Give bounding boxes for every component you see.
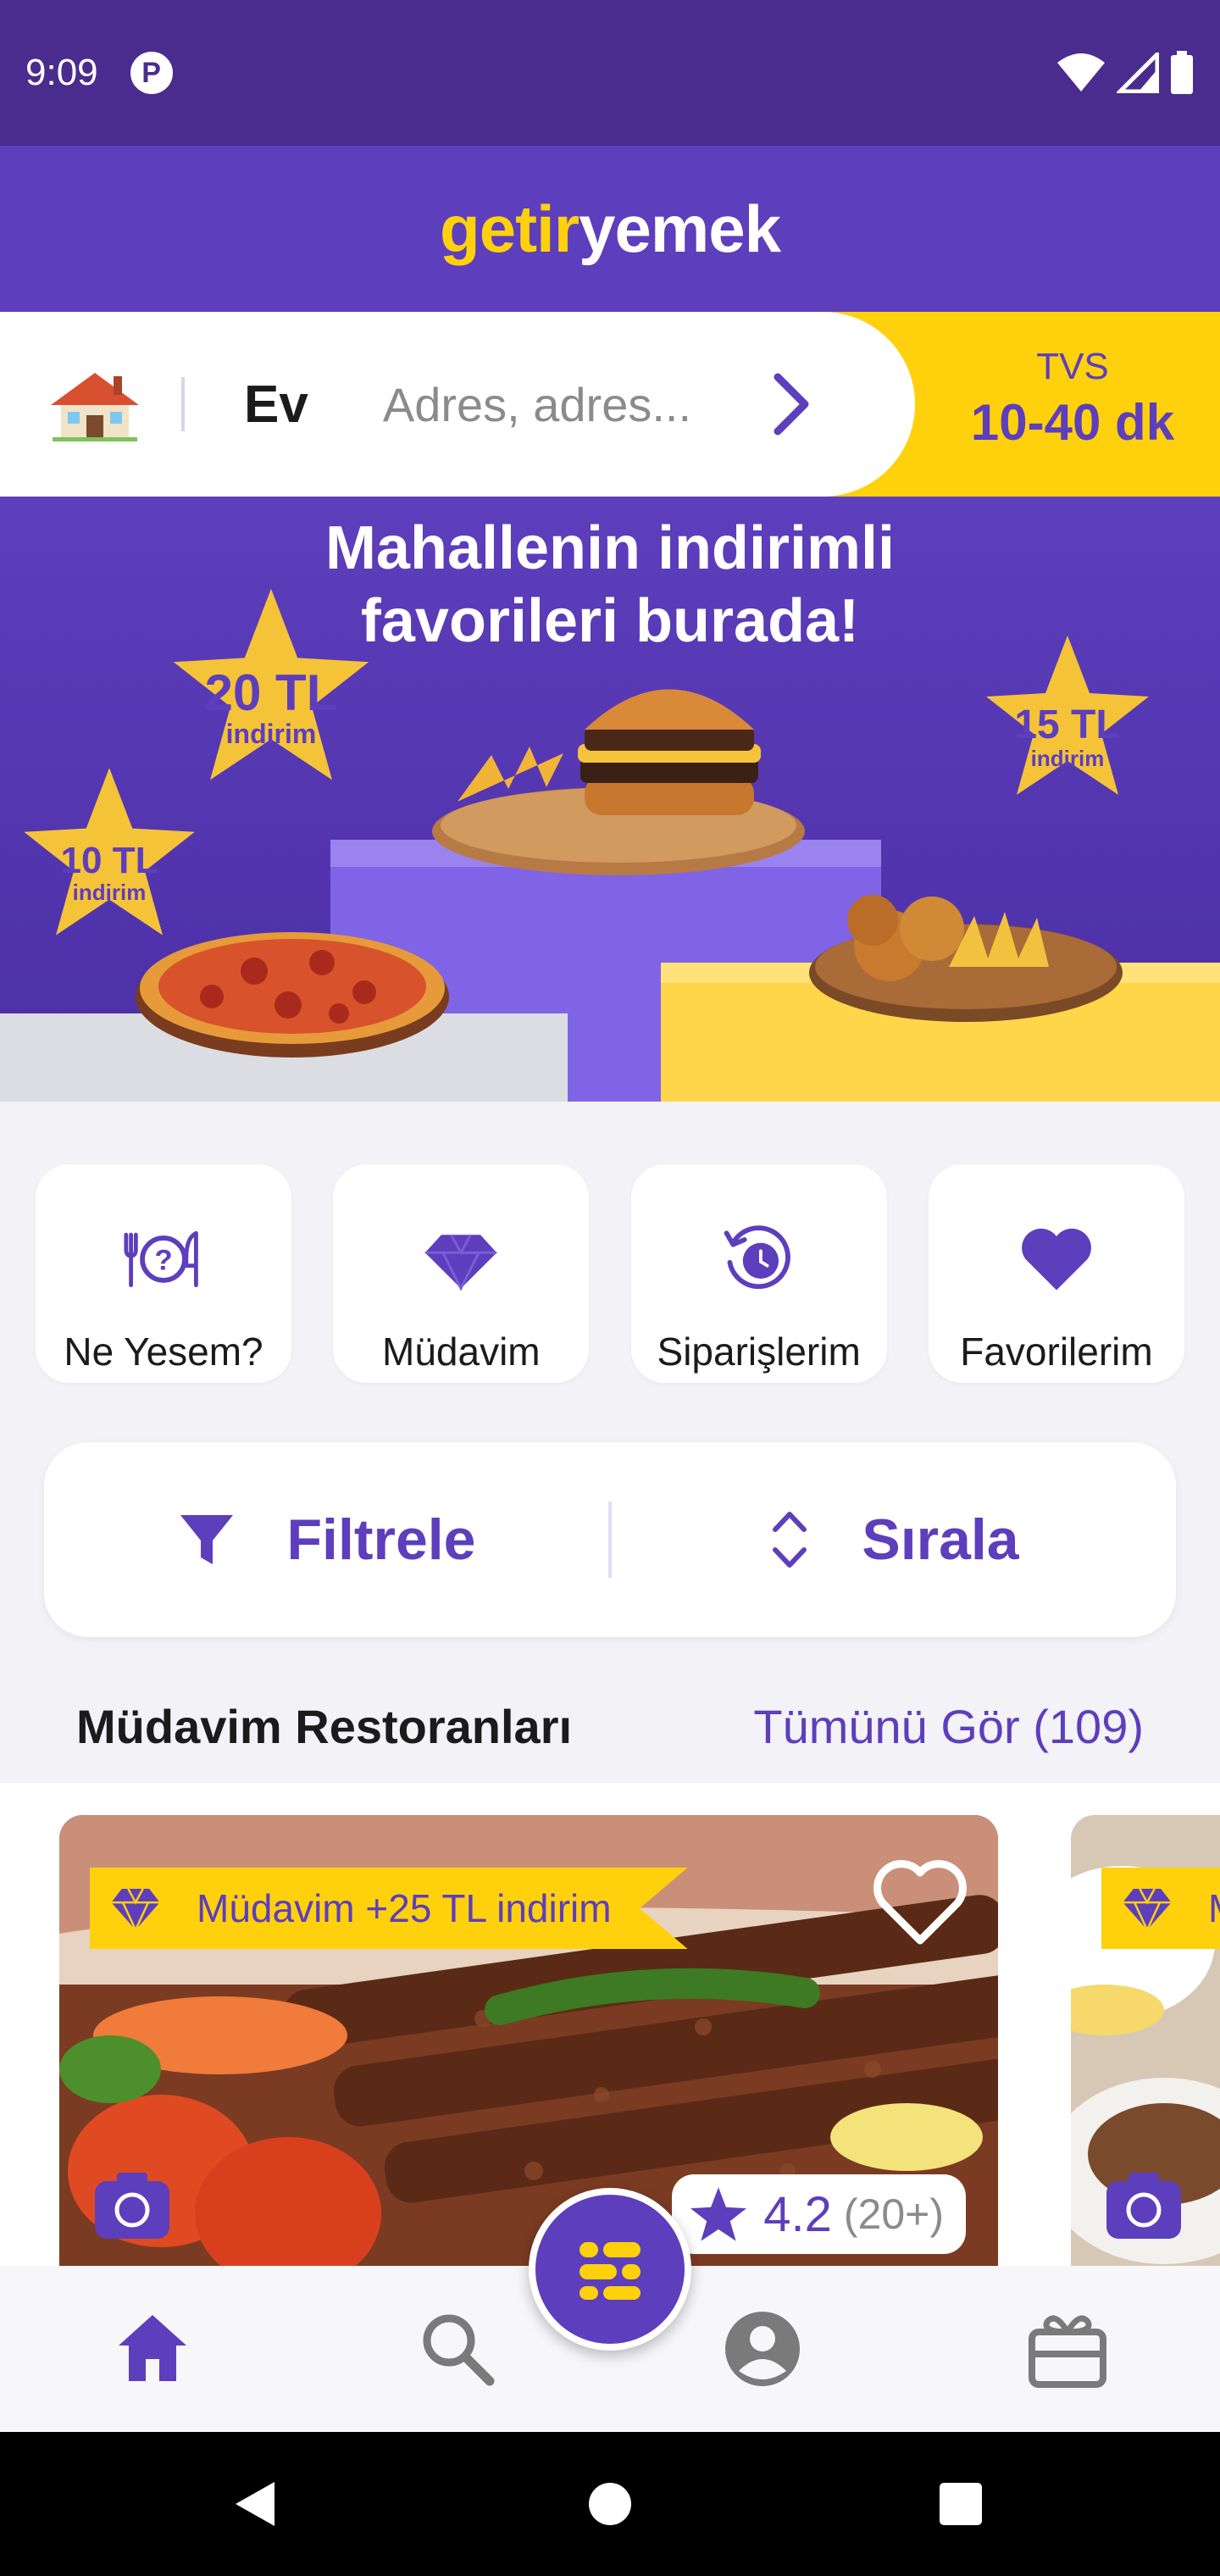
star-20-label: indirim	[225, 719, 317, 749]
promo-banner[interactable]: 20 TL indirim 15 TL indirim 10 TL indiri…	[0, 497, 1220, 1102]
recents-icon[interactable]	[938, 2481, 984, 2527]
filter-label: Filtrele	[286, 1507, 476, 1572]
system-navigation-bar	[0, 2432, 1220, 2576]
see-all-link[interactable]: Tümünü Gör (109)	[753, 1699, 1144, 1754]
quick-action-siparislerim[interactable]: Siparişlerim	[630, 1164, 887, 1383]
home-icon[interactable]	[110, 2307, 195, 2391]
quick-action-label: Müdavim	[382, 1330, 541, 1374]
quick-action-label: Ne Yesem?	[64, 1330, 263, 1374]
gift-icon[interactable]	[1025, 2307, 1110, 2391]
question-cutlery-icon: ?	[124, 1230, 198, 1288]
order-history-icon	[724, 1225, 790, 1290]
filter-sort-bar: Filtrele Sırala	[44, 1442, 1176, 1637]
star-15-label: indirim	[1030, 746, 1105, 771]
address-selector[interactable]: Ev Adres, adres...	[0, 312, 915, 497]
home-circle-icon[interactable]	[587, 2481, 633, 2527]
star-10-text: 10 TL indirim	[44, 842, 175, 906]
delivery-eta: TVS 10-40 dk	[962, 346, 1183, 452]
signal-icon	[1117, 53, 1159, 93]
diamond-icon	[111, 1888, 160, 1932]
quick-action-favorilerim[interactable]: Favorilerim	[928, 1164, 1184, 1383]
heart-icon	[1022, 1228, 1091, 1291]
quick-action-ne-yesem[interactable]: ? Ne Yesem?	[36, 1164, 291, 1383]
address-label: Ev	[244, 375, 308, 434]
status-icons	[1056, 51, 1195, 95]
back-icon[interactable]	[230, 2479, 278, 2529]
quick-actions: ? Ne Yesem? Müdavim Siparişlerim Favoril…	[36, 1164, 1184, 1383]
filter-button[interactable]: Filtrele	[44, 1442, 608, 1637]
sort-button[interactable]: Sırala	[612, 1442, 1176, 1637]
svg-text:?: ?	[154, 1244, 172, 1276]
quick-action-label: Favorilerim	[960, 1330, 1153, 1374]
rating-value: 4.2	[763, 2186, 832, 2242]
sort-icon	[773, 1512, 807, 1568]
chevron-right-icon	[774, 373, 809, 436]
mudavim-badge: Müdavim +25 TL indirim	[90, 1868, 688, 1949]
banner-title: Mahallenin indirimli favorileri burada!	[0, 512, 1220, 658]
categories-fab[interactable]	[529, 2188, 691, 2351]
diamond-icon	[425, 1234, 497, 1291]
diamond-icon	[1123, 1888, 1172, 1932]
banner-title-line2: favorileri burada!	[360, 587, 860, 655]
badge-text: Müdavim +25 TL indirim	[197, 1886, 612, 1930]
sort-label: Sırala	[862, 1507, 1019, 1572]
favorite-heart-icon[interactable]	[869, 1856, 971, 1949]
star-10-amount: 10 TL	[60, 840, 158, 881]
rating-count: (20+)	[843, 2190, 944, 2238]
rating-chip: 4.2 (20+)	[672, 2174, 966, 2254]
status-bar: 9:09 P	[0, 0, 1220, 146]
star-20-text: 20 TL indirim	[197, 668, 346, 750]
app-header: getiryemek	[0, 146, 1220, 312]
wifi-icon	[1057, 53, 1105, 92]
eta-label: TVS	[1036, 346, 1109, 387]
search-icon[interactable]	[415, 2307, 500, 2391]
star-icon	[690, 2187, 747, 2241]
star-15-text: 15 TL indirim	[1003, 705, 1132, 772]
restaurant-card[interactable]: Müdavim +25 TL indirim	[1071, 1815, 1220, 2266]
camera-icon	[1106, 2173, 1181, 2239]
logo-getir: getir	[440, 191, 580, 266]
menu-grid-icon	[580, 2242, 640, 2300]
notification-icon: P	[130, 52, 173, 94]
house-icon	[51, 373, 139, 441]
address-text: Adres, adres...	[382, 377, 692, 431]
eta-value: 10-40 dk	[970, 394, 1175, 451]
quick-action-label: Siparişlerim	[657, 1330, 861, 1374]
camera-icon	[95, 2173, 169, 2239]
status-time: 9:09	[25, 52, 98, 93]
quick-action-mudavim[interactable]: Müdavim	[333, 1164, 590, 1383]
star-15-amount: 15 TL	[1014, 702, 1121, 747]
star-20-amount: 20 TL	[204, 664, 338, 721]
logo-yemek: yemek	[579, 191, 781, 266]
star-10-label: indirim	[72, 880, 147, 905]
banner-title-line1: Mahallenin indirimli	[324, 514, 896, 582]
section-header: Müdavim Restoranları Tümünü Gör (109)	[0, 1669, 1220, 1783]
restaurant-card[interactable]: Müdavim +25 TL indirim 4.2 (20+)	[59, 1815, 998, 2266]
filter-icon	[180, 1515, 233, 1564]
section-title: Müdavim Restoranları	[76, 1699, 573, 1753]
address-divider	[181, 377, 185, 431]
profile-icon[interactable]	[720, 2307, 805, 2391]
app-logo: getiryemek	[440, 191, 781, 268]
mudavim-badge: Müdavim +25 TL indirim	[1101, 1868, 1220, 1949]
battery-icon	[1171, 51, 1193, 94]
badge-text: Müdavim +25 TL indirim	[1208, 1885, 1220, 1931]
address-bar: Ev Adres, adres... TVS 10-40 dk	[0, 312, 1220, 497]
